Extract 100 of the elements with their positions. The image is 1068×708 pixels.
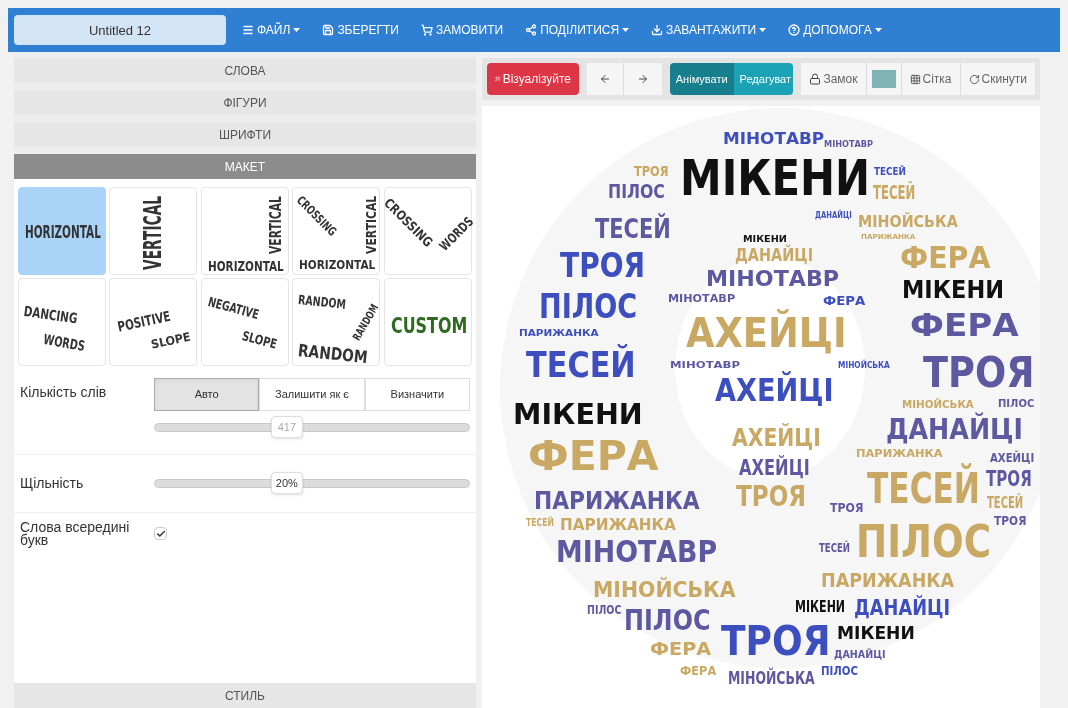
cloud-word: МІКЕНИ [680, 150, 871, 208]
menu-button[interactable]: ЗАВАНТАЖИТИ [651, 21, 767, 39]
redo-button[interactable] [624, 63, 662, 95]
cloud-word: ПІЛОС [856, 515, 992, 568]
cloud-word: ТРОЯ [560, 247, 646, 286]
cloud-word: МІКЕНИ [743, 233, 787, 244]
menu-button[interactable]: ДОПОМОГА [788, 21, 882, 39]
cloud-word: МІКЕНИ [795, 599, 846, 617]
layout-option[interactable]: CUSTOM [383, 278, 472, 366]
cloud-word: МІНОТАВР [556, 535, 718, 570]
slider-handle[interactable]: 20% [270, 472, 303, 494]
cloud-word: МІНОТАВР [670, 359, 741, 370]
layout-label: RANDOM [297, 293, 347, 313]
cloud-word: ДАНАЙЦІ [735, 246, 813, 266]
cloud-word: МІНОЙСЬКА [593, 576, 736, 603]
caret-icon [293, 28, 301, 32]
density-label: Щільність [20, 474, 85, 493]
caret-icon [759, 28, 767, 32]
menu-button[interactable]: ЗБЕРЕГТИ [322, 21, 399, 39]
title-field[interactable]: Untitled 12 [14, 15, 226, 45]
grid-button[interactable]: Сітка [901, 63, 961, 95]
layout-label: VERTICAL [267, 196, 286, 254]
word-count-label: Кількість слів [20, 383, 108, 402]
cloud-word: ТЕСЕЙ [526, 345, 636, 386]
layout-option[interactable]: HORIZONTAL [18, 187, 106, 275]
share-icon [525, 24, 538, 36]
cloud-word: ТЕСЕЙ [873, 180, 916, 204]
cloud-word: ТРОЯ [986, 466, 1032, 491]
cloud-word: МІНОЙСЬКА [858, 213, 958, 232]
accordion-header[interactable]: СЛОВА [14, 58, 476, 83]
cloud-word: ФЕРА [528, 432, 659, 480]
cloud-word: АХЕЙЦІ [990, 452, 1035, 467]
cloud-word: МІНОЙСЬКА [728, 669, 815, 689]
cloud-word: МІКЕНИ [837, 623, 915, 644]
cloud-word: ТЕСЕЙ [874, 166, 906, 180]
layout-label: DANCING [22, 303, 79, 327]
cloud-word: АХЕЙЦІ [739, 455, 810, 480]
undo-button[interactable] [587, 63, 625, 95]
layout-label: HORIZONTAL [25, 222, 101, 243]
cloud-word: ДАНАЙЦІ [834, 649, 886, 663]
layout-label: RANDOM [297, 341, 369, 368]
caret-icon [622, 28, 630, 32]
cloud-word: ПАРИЖАНКА [821, 568, 955, 592]
reset-icon [968, 73, 980, 85]
cloud-word: ДАНАЙЦІ [886, 413, 1023, 447]
layout-option[interactable]: VERTICAL HORIZONTAL [200, 187, 289, 275]
checkbox[interactable] [154, 527, 167, 540]
layout-option[interactable]: POSITIVE SLOPE [109, 278, 198, 366]
menu-button[interactable]: ЗАМОВИТИ [420, 21, 504, 39]
cloud-word: ТРОЯ [721, 617, 831, 665]
segment-button[interactable]: Залишити як є [259, 378, 365, 411]
cloud-word: МІНОТАВР [824, 138, 874, 149]
layout-option[interactable]: VERTICAL [109, 187, 198, 275]
cloud-word: МІНОЙСЬКА [902, 399, 974, 411]
cloud-word: МІНОЙСЬКА [838, 359, 890, 370]
layout-option[interactable]: NEGATIVE SLOPE [200, 278, 289, 366]
layout-label: CUSTOM [390, 313, 467, 339]
layout-label: VERTICAL [363, 195, 380, 254]
cloud-word: ПАРИЖАНКА [519, 327, 599, 338]
grid-icon [909, 73, 921, 85]
cloud-word: ТЕСЕЙ [867, 464, 980, 513]
cloud-word: МІНОТАВР [723, 130, 825, 149]
cloud-word: ФЕРА [823, 294, 866, 309]
color-swatch[interactable] [871, 70, 896, 88]
wand-icon [495, 73, 501, 85]
cloud-word: ФЕРА [680, 664, 717, 680]
cloud-word: ТЕСЕЙ [987, 495, 1024, 513]
cloud-word: ПІЛОС [608, 180, 665, 203]
layout-label: SLOPE [239, 329, 279, 353]
accordion-header[interactable]: ФІГУРИ [14, 90, 476, 115]
segment-button[interactable]: Авто [154, 378, 260, 411]
cloud-word: ТРОЯ [736, 481, 806, 514]
segment-button[interactable]: Визначити [364, 378, 470, 411]
cloud-word: ТРОЯ [923, 348, 1035, 397]
cloud-word: ПІЛОС [539, 287, 638, 327]
accordion-header[interactable]: СТИЛЬ [14, 683, 476, 708]
cloud-word: ТЕСЕЙ [819, 541, 851, 557]
cloud-word: ПІЛОС [821, 664, 859, 680]
menu-button[interactable]: ФАЙЛ [242, 21, 301, 39]
lock-icon [809, 73, 822, 85]
check-icon [155, 528, 166, 539]
cloud-word: ТРОЯ [994, 514, 1027, 530]
layout-option[interactable]: DANCING WORDS [18, 278, 106, 366]
reset-button[interactable]: Скинути [960, 63, 1035, 95]
visualize-button[interactable]: Візуалізуйте [487, 63, 579, 95]
cart-icon [420, 24, 433, 36]
cloud-word: МІКЕНИ [513, 398, 643, 432]
help-icon [788, 24, 801, 36]
accordion-header[interactable]: МАКЕТ [14, 154, 476, 179]
cloud-word: ПІЛОС [998, 398, 1035, 410]
cloud-word: ПІЛОС [587, 604, 622, 619]
menu-button[interactable]: ПОДІЛИТИСЯ [525, 21, 630, 39]
caret-icon [874, 28, 882, 32]
cloud-word: ФЕРА [910, 307, 1019, 345]
lock-button[interactable]: Замок [801, 63, 866, 95]
layout-label: NEGATIVE [205, 295, 261, 323]
mode-toggle[interactable]: Анімувати [669, 63, 734, 95]
accordion-header[interactable]: ШРИФТИ [14, 122, 476, 147]
cloud-word: ТРОЯ [830, 501, 864, 517]
layout-label: HORIZONTAL [299, 258, 376, 273]
